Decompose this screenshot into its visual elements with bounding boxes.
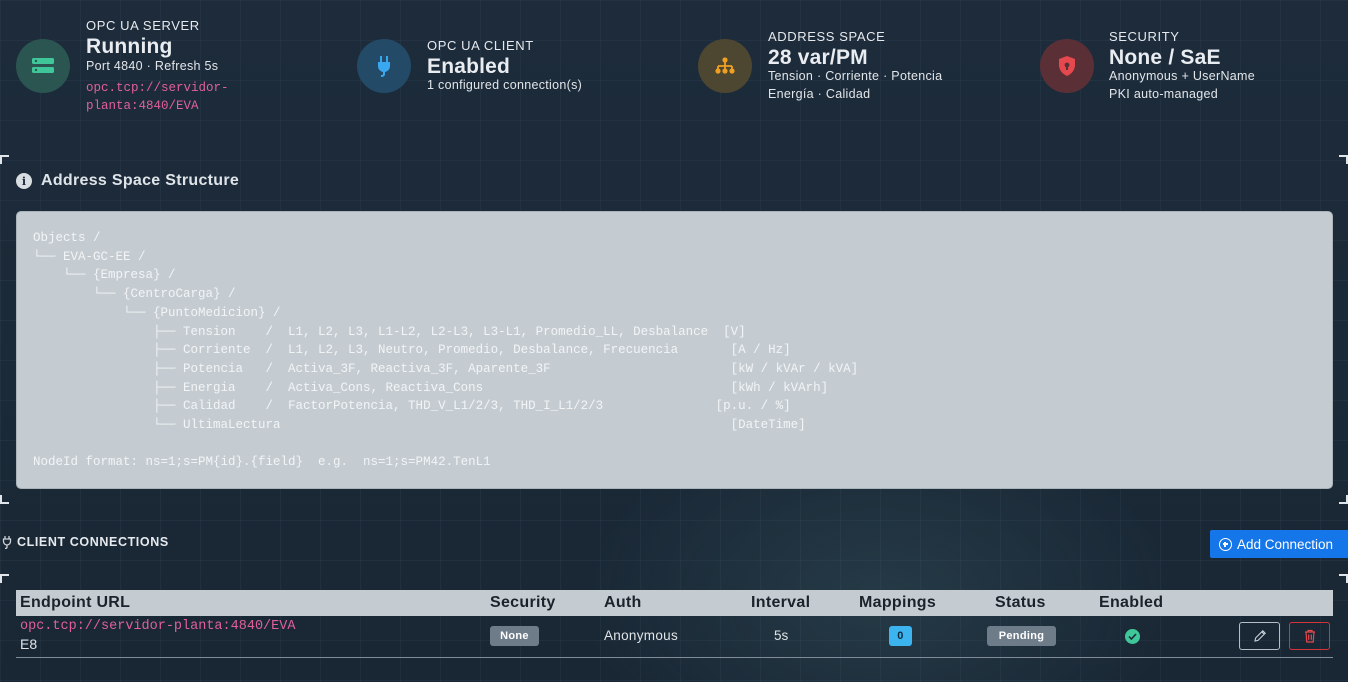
address-space-title: Address Space Structure bbox=[41, 172, 240, 189]
address-space-tree: Objects / └── EVA-GC-EE / └── {Empresa} … bbox=[33, 231, 859, 470]
endpoint-url[interactable]: opc.tcp://servidor-planta:4840/EVA bbox=[20, 619, 295, 634]
column-header-security[interactable]: Security bbox=[490, 590, 556, 616]
table-row: opc.tcp://servidor-planta:4840/EVA E8 No… bbox=[16, 616, 1333, 658]
column-header-mappings[interactable]: Mappings bbox=[859, 590, 936, 616]
trash-icon bbox=[1304, 629, 1315, 643]
security-badge: None bbox=[490, 626, 539, 646]
security-label: SECURITY bbox=[1109, 29, 1180, 44]
plug-icon bbox=[2, 536, 12, 549]
info-icon: i bbox=[16, 173, 32, 189]
security-auth: Anonymous + UserName bbox=[1109, 69, 1255, 83]
frame-corner bbox=[0, 574, 9, 583]
address-space-card: ADDRESS SPACE 28 var/PM Tension · Corrie… bbox=[680, 0, 1020, 130]
table-header: Endpoint URL Security Auth Interval Mapp… bbox=[16, 590, 1333, 616]
mappings-badge: 0 bbox=[889, 626, 912, 646]
add-connection-button[interactable]: Add Connection bbox=[1210, 530, 1348, 558]
connection-name: E8 bbox=[20, 636, 38, 652]
delete-button[interactable] bbox=[1289, 622, 1330, 650]
server-card: OPC UA SERVER Running Port 4840 · Refres… bbox=[0, 0, 340, 130]
connections-table: Endpoint URL Security Auth Interval Mapp… bbox=[16, 590, 1333, 658]
enabled-check-icon bbox=[1125, 629, 1140, 644]
server-status: Running bbox=[86, 35, 173, 58]
frame-corner bbox=[1339, 155, 1348, 164]
frame-corner bbox=[0, 155, 9, 164]
status-badge: Pending bbox=[987, 626, 1056, 646]
address-space-groups-2: Energía · Calidad bbox=[768, 87, 871, 101]
column-header-status[interactable]: Status bbox=[995, 590, 1046, 616]
server-port: Port 4840 · Refresh 5s bbox=[86, 59, 219, 73]
interval-value: 5s bbox=[774, 628, 789, 643]
column-header-interval[interactable]: Interval bbox=[751, 590, 810, 616]
security-pki: PKI auto-managed bbox=[1109, 87, 1219, 101]
add-connection-label: Add Connection bbox=[1237, 536, 1334, 552]
security-card: SECURITY None / SaE Anonymous + UserName… bbox=[1020, 0, 1348, 130]
edit-button[interactable] bbox=[1239, 622, 1280, 650]
plus-circle-icon bbox=[1219, 537, 1232, 551]
plug-icon bbox=[357, 39, 411, 93]
pencil-icon bbox=[1253, 630, 1266, 642]
server-icon bbox=[16, 39, 70, 93]
address-space-header: i Address Space Structure bbox=[16, 172, 239, 190]
column-header-auth[interactable]: Auth bbox=[604, 590, 642, 616]
frame-corner bbox=[1339, 574, 1348, 583]
frame-corner bbox=[1339, 495, 1348, 504]
address-space-groups-1: Tension · Corriente · Potencia bbox=[768, 69, 943, 83]
client-connections-title: CLIENT CONNECTIONS bbox=[17, 535, 169, 549]
address-space-label: ADDRESS SPACE bbox=[768, 29, 886, 44]
sitemap-icon bbox=[698, 39, 752, 93]
server-label: OPC UA SERVER bbox=[86, 18, 200, 33]
client-card: OPC UA CLIENT Enabled 1 configured conne… bbox=[340, 0, 680, 130]
address-space-tree-panel: Objects / └── EVA-GC-EE / └── {Empresa} … bbox=[16, 211, 1333, 489]
column-header-enabled[interactable]: Enabled bbox=[1099, 590, 1163, 616]
auth-value: Anonymous bbox=[604, 628, 678, 643]
server-endpoint-line1: opc.tcp://servidor- bbox=[86, 81, 229, 95]
client-label: OPC UA CLIENT bbox=[427, 38, 534, 53]
shield-lock-icon bbox=[1040, 39, 1094, 93]
client-connections-header: CLIENT CONNECTIONS bbox=[2, 535, 169, 549]
column-header-endpoint[interactable]: Endpoint URL bbox=[20, 590, 130, 616]
server-endpoint-line2: planta:4840/EVA bbox=[86, 99, 199, 113]
frame-corner bbox=[0, 495, 9, 504]
client-connections-count: 1 configured connection(s) bbox=[427, 78, 583, 92]
